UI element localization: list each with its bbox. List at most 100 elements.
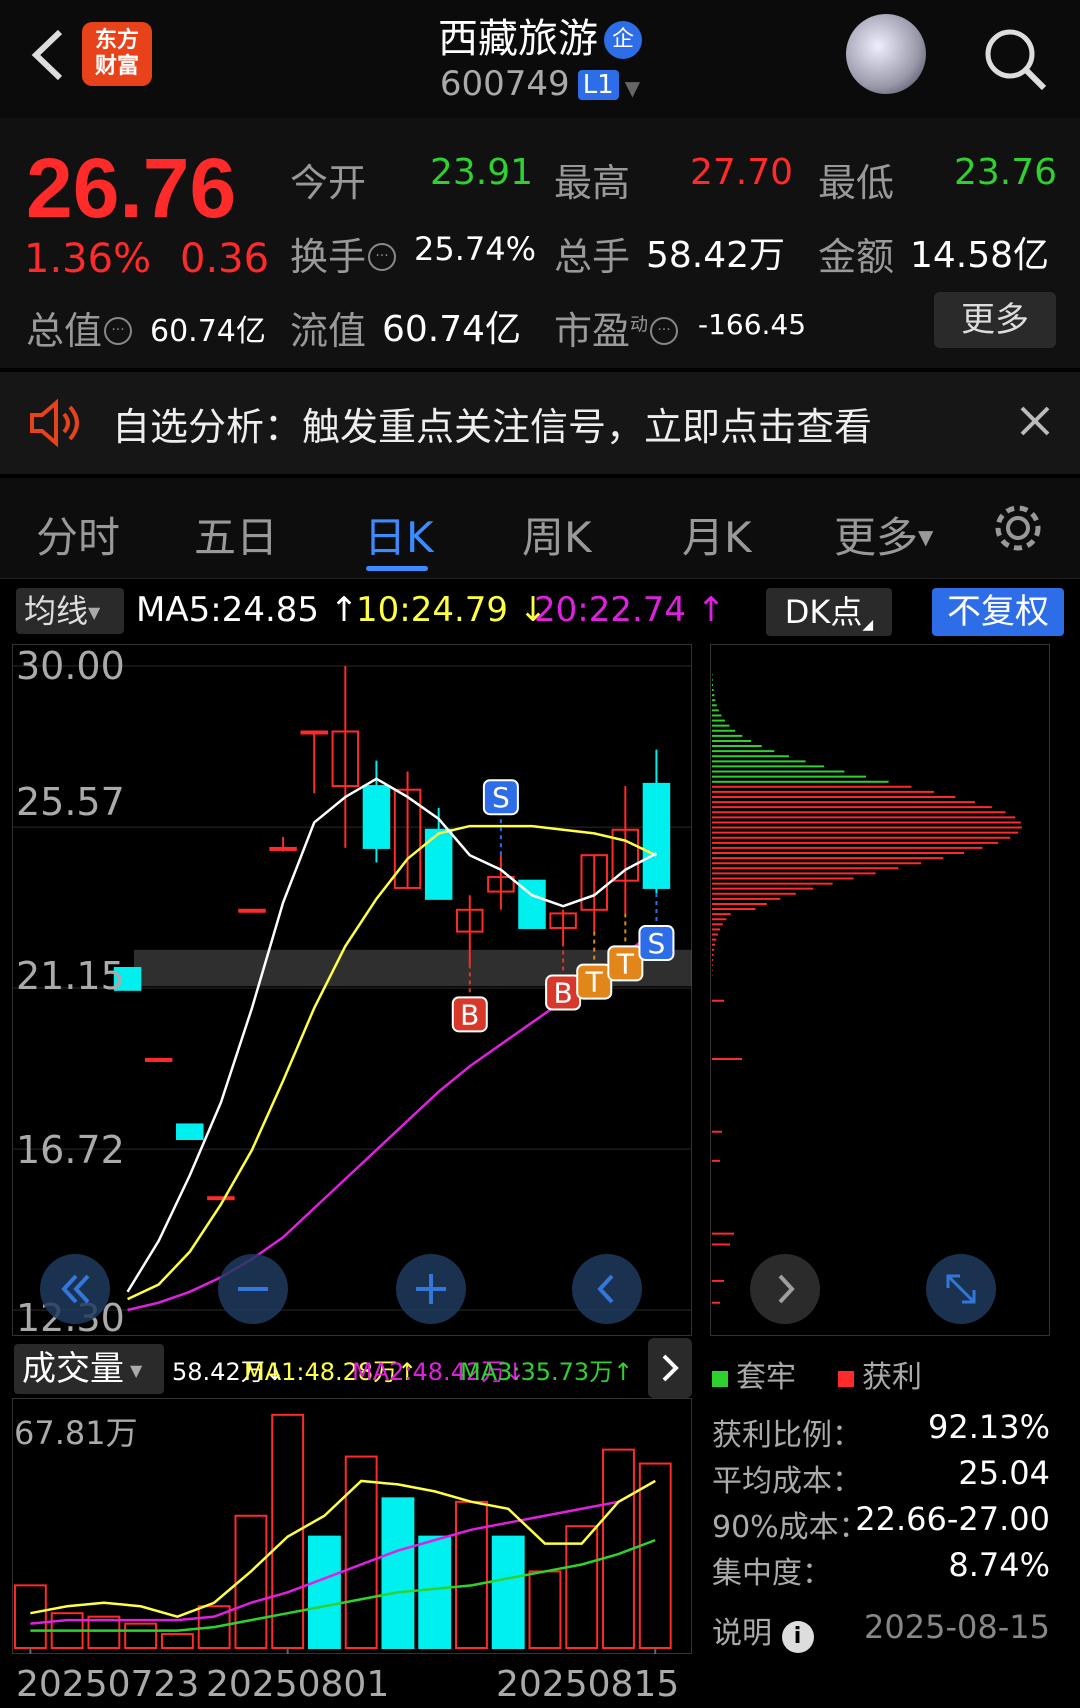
dk-point-button[interactable]: DK点◢ <box>766 588 892 636</box>
info-icon: ··· <box>650 317 679 345</box>
turnover-value: 25.74% <box>414 230 537 268</box>
float-cap-label: 流值 <box>290 309 367 353</box>
candle <box>238 908 266 913</box>
level-badge: L1 <box>577 70 619 100</box>
signal-label: T <box>585 966 604 999</box>
ma5-line <box>126 777 658 1293</box>
plus-icon <box>416 1274 446 1304</box>
stock-name: 西藏旅游 <box>438 16 598 62</box>
low-value: 23.76 <box>954 152 1058 193</box>
last-price: 26.76 <box>26 141 237 235</box>
expand-panel-button[interactable] <box>648 1338 692 1398</box>
info-icon: ··· <box>368 243 397 271</box>
tab-intraday[interactable]: 分时 <box>36 504 120 565</box>
open-value: 23.91 <box>430 152 534 193</box>
chevron-down-icon: ▼ <box>624 76 641 100</box>
volume-value: 58.42万 <box>646 235 786 276</box>
chip-legend-profit: 获利 <box>838 1352 922 1396</box>
avg-cost-value: 25.04 <box>958 1454 1050 1492</box>
volume-bar <box>381 1497 415 1649</box>
pe-label[interactable]: 市盈动 ··· <box>554 300 679 355</box>
date-label: 20250723 <box>16 1664 200 1705</box>
avg-cost-label: 平均成本： <box>712 1464 862 1499</box>
chevron-down-icon: ▼ <box>918 525 934 549</box>
alert-text[interactable]: 自选分析：触发重点关注信号，立即点击查看 <box>112 396 872 451</box>
candle <box>144 1057 173 1062</box>
volume-bar <box>528 1570 562 1649</box>
close-icon[interactable] <box>1018 404 1052 438</box>
scroll-left-button[interactable] <box>572 1254 642 1324</box>
volume-bar <box>638 1462 672 1649</box>
volume-bar <box>344 1455 378 1649</box>
tab-more[interactable]: 更多▼ <box>834 504 933 565</box>
double-chevron-left-icon <box>61 1274 90 1304</box>
amount-value: 14.58亿 <box>910 235 1050 276</box>
high-label: 最高 <box>554 161 631 205</box>
ma10-value: 10:24.79 ↓ <box>356 590 548 630</box>
more-quote-button[interactable]: 更多 <box>934 292 1056 348</box>
volume-bar <box>455 1500 488 1649</box>
y-tick-label: 25.57 <box>16 780 125 824</box>
settings-gear-icon[interactable] <box>990 500 1046 556</box>
signal-label: B <box>554 977 573 1010</box>
chip-legend-loss: 套牢 <box>712 1352 796 1396</box>
enterprise-badge: 企 <box>604 21 642 59</box>
zoom-in-button[interactable] <box>396 1254 466 1324</box>
high-value: 27.70 <box>690 152 794 193</box>
volume-indicator-selector[interactable]: 成交量 ▼ <box>14 1344 164 1394</box>
scroll-left-fast-button[interactable] <box>40 1254 110 1324</box>
concentration-value: 8.74% <box>948 1546 1050 1584</box>
signal-marker-B: B <box>451 996 488 1033</box>
mktcap-label[interactable]: 总值 ··· <box>26 300 133 355</box>
ma20-value: 20:22.74 ↑ <box>534 590 726 630</box>
signal-label: S <box>648 927 666 960</box>
volume-bar <box>418 1535 452 1649</box>
mktcap-value: 60.74亿 <box>150 314 266 349</box>
signal-marker-T: T <box>576 963 613 1000</box>
ma5-value: MA5:24.85 ↑ <box>136 590 359 630</box>
candle <box>642 782 671 889</box>
tab-five-day[interactable]: 五日 <box>194 504 278 565</box>
low-label: 最低 <box>818 161 895 205</box>
y-tick-label: 30.00 <box>16 644 125 688</box>
volume-bar <box>491 1535 525 1649</box>
signal-label: T <box>616 947 635 980</box>
info-icon: ··· <box>104 317 133 345</box>
explain-link[interactable]: 说明 i <box>712 1608 814 1653</box>
chip-distribution-chart[interactable] <box>710 644 1050 1336</box>
candle <box>176 1123 204 1140</box>
speaker-icon <box>30 398 79 448</box>
assistant-robot-icon[interactable] <box>846 14 926 94</box>
volume-bar <box>124 1622 158 1650</box>
volume-ma3-line <box>30 1538 656 1632</box>
profit-ratio-value: 92.13% <box>927 1408 1050 1446</box>
indicator-selector[interactable]: 均线▼ <box>16 588 124 634</box>
signal-marker-B: B <box>545 974 582 1011</box>
chevron-right-icon <box>662 1354 679 1382</box>
float-cap-value: 60.74亿 <box>382 309 522 350</box>
search-icon[interactable] <box>980 24 1050 94</box>
change-percent: 1.36% <box>24 236 152 282</box>
minus-icon <box>238 1287 268 1291</box>
chevron-down-icon: ▼ <box>88 603 101 622</box>
info-icon: i <box>781 1621 814 1653</box>
signal-label: B <box>460 998 479 1031</box>
cost90-value: 22.66-27.00 <box>855 1500 1050 1538</box>
chevron-left-icon <box>597 1274 614 1304</box>
pe-value: -166.45 <box>698 308 807 341</box>
tab-weekly-k[interactable]: 周K <box>522 504 592 565</box>
open-label: 今开 <box>290 161 367 205</box>
active-tab-indicator <box>366 566 428 571</box>
signal-marker-S: S <box>638 925 675 962</box>
tab-daily-k[interactable]: 日K <box>364 504 434 565</box>
stock-code: 600749 <box>439 64 570 104</box>
no-adjust-button[interactable]: 不复权 <box>932 588 1064 636</box>
volume-label: 总手 <box>554 235 631 279</box>
chevron-down-icon: ▼ <box>130 1361 143 1380</box>
turnover-label[interactable]: 换手 ··· <box>290 226 397 281</box>
signal-marker-S: S <box>482 779 519 816</box>
tab-monthly-k[interactable]: 月K <box>682 504 752 565</box>
zoom-out-button[interactable] <box>218 1254 288 1324</box>
change-amount: 0.36 <box>180 236 270 282</box>
ma10-line <box>127 824 657 1301</box>
